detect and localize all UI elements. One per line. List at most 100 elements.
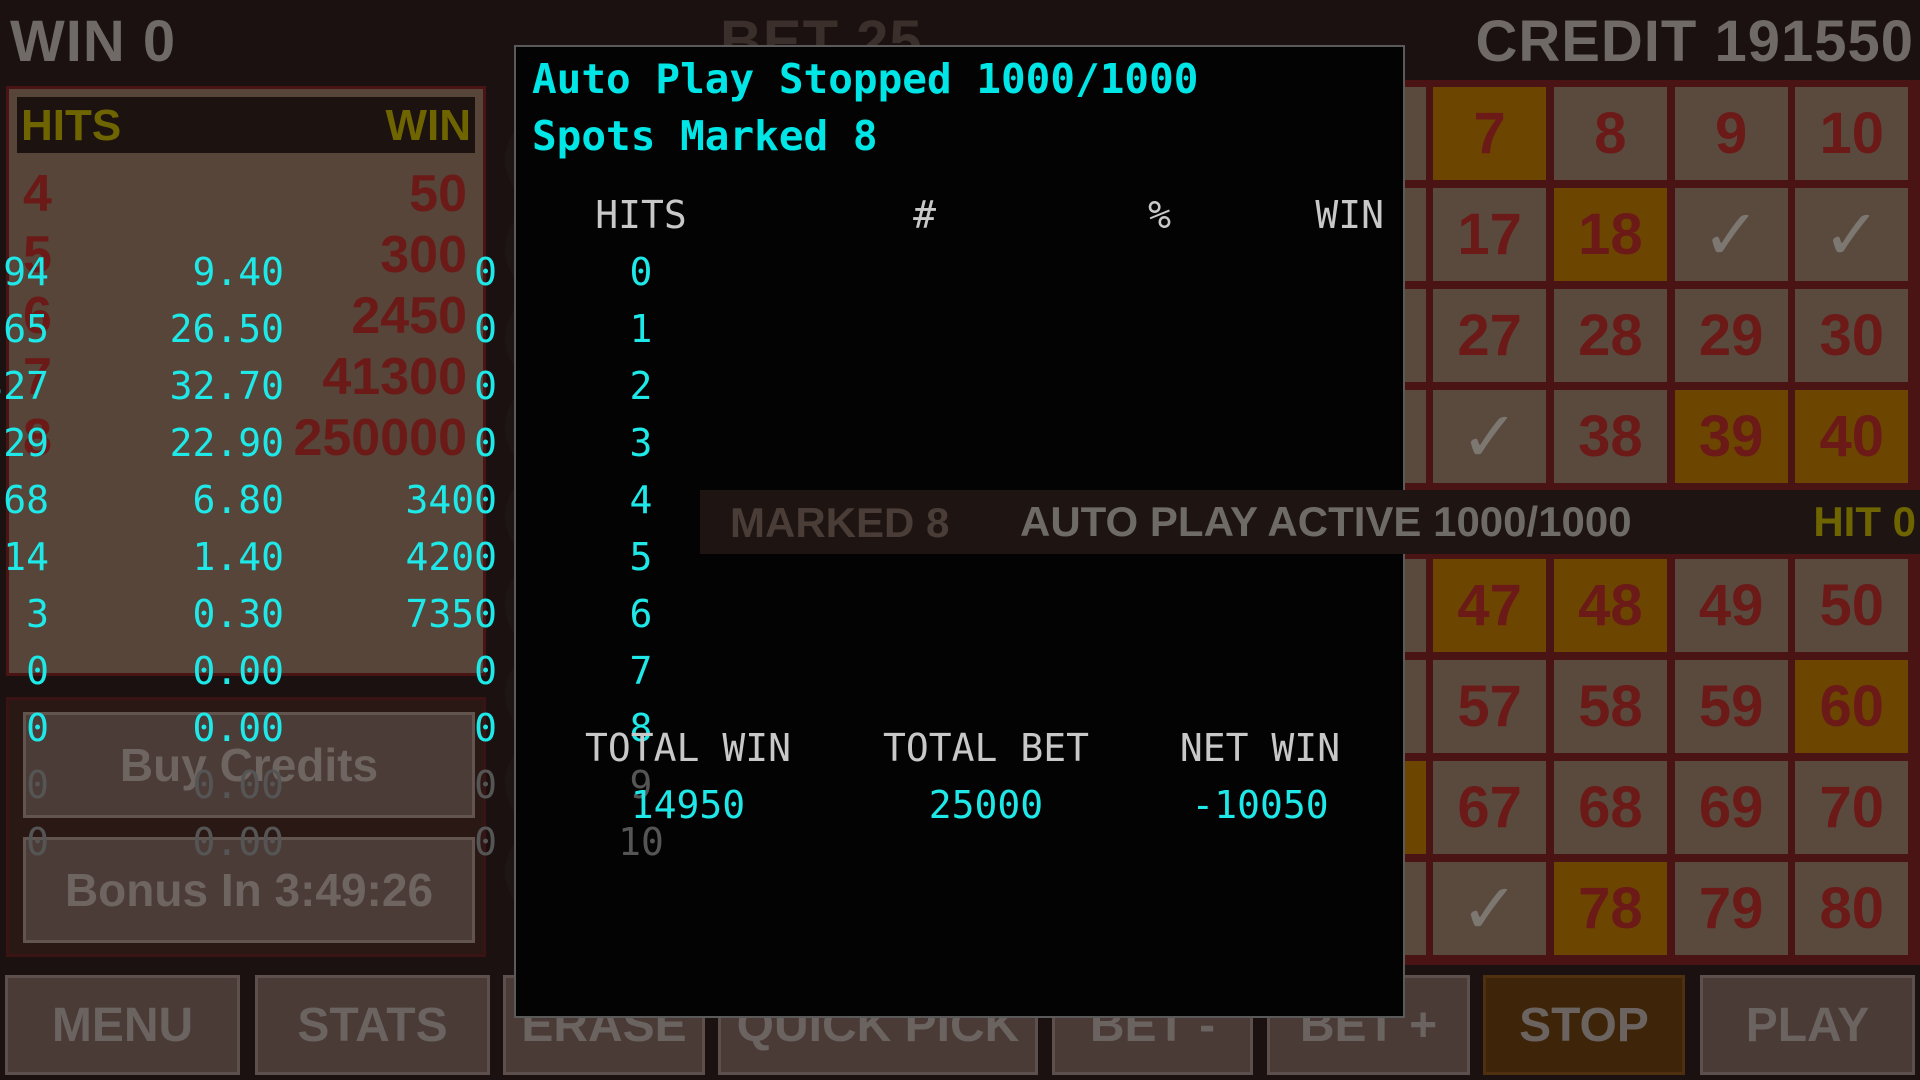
board-cell-69[interactable]: 69 xyxy=(1674,761,1788,854)
results-percent: 6.80 xyxy=(192,478,284,522)
paytable-header: HITS WIN xyxy=(17,97,475,153)
board-cell-17[interactable]: 17 xyxy=(1433,188,1547,281)
board-cell-48[interactable]: 48 xyxy=(1553,559,1667,652)
bottom-button-stop[interactable]: STOP xyxy=(1483,975,1685,1075)
results-percent: 0.00 xyxy=(192,706,284,750)
check-icon: ✓ xyxy=(1460,397,1520,476)
column-header-hits: HITS xyxy=(595,193,687,237)
column-header-count: # xyxy=(913,193,936,237)
net-win-value: -10050 xyxy=(1191,783,1329,827)
hit-count: HIT 0 xyxy=(1813,498,1916,545)
results-percent: 22.90 xyxy=(169,421,284,465)
total-bet-label: TOTAL BET xyxy=(883,726,1089,770)
results-percent: 1.40 xyxy=(192,535,284,579)
results-count: 3 xyxy=(26,592,49,636)
board-cell-50[interactable]: 50 xyxy=(1795,559,1909,652)
paytable-win: 41300 xyxy=(322,348,467,406)
results-hits: 2 xyxy=(629,364,653,408)
results-hits: 5 xyxy=(629,535,653,579)
results-win: 0 xyxy=(474,421,497,465)
results-win: 0 xyxy=(474,307,497,351)
board-cell-57[interactable]: 57 xyxy=(1433,660,1547,753)
results-win: 3400 xyxy=(405,478,497,522)
results-hits: 0 xyxy=(629,250,653,294)
status-bar: MARKED 8 AUTO PLAY ACTIVE 1000/1000 HIT … xyxy=(700,490,1920,554)
board-cell-37[interactable]: ✓ xyxy=(1433,390,1547,483)
board-cell-39[interactable]: 39 xyxy=(1674,390,1788,483)
dialog-title: Auto Play Stopped 1000/1000 xyxy=(532,55,1199,103)
column-header-win: WIN xyxy=(1315,193,1384,237)
board-cell-47[interactable]: 47 xyxy=(1433,559,1547,652)
paytable-win: 250000 xyxy=(293,409,467,467)
board-cell-79[interactable]: 79 xyxy=(1674,862,1788,955)
board-cell-68[interactable]: 68 xyxy=(1553,761,1667,854)
results-count: 265 xyxy=(0,307,49,351)
results-count: 68 xyxy=(3,478,49,522)
check-icon: ✓ xyxy=(1822,195,1882,274)
board-cell-59[interactable]: 59 xyxy=(1674,660,1788,753)
board-cell-10[interactable]: 10 xyxy=(1795,87,1909,180)
board-cell-30[interactable]: 30 xyxy=(1795,289,1909,382)
results-hits: 4 xyxy=(629,478,653,522)
spots-marked: Spots Marked 8 xyxy=(532,112,878,160)
board-cell-29[interactable]: 29 xyxy=(1674,289,1788,382)
results-win: 0 xyxy=(474,820,497,864)
bottom-button-stats[interactable]: STATS xyxy=(255,975,490,1075)
board-cell-77[interactable]: ✓ xyxy=(1433,862,1547,955)
board-cell-58[interactable]: 58 xyxy=(1553,660,1667,753)
results-percent: 26.50 xyxy=(169,307,284,351)
paytable-row: 4 50 xyxy=(23,164,467,224)
net-win-label: NET WIN xyxy=(1179,726,1341,770)
results-count: 14 xyxy=(3,535,49,579)
results-win: 0 xyxy=(474,250,497,294)
board-cell-9[interactable]: 9 xyxy=(1674,87,1788,180)
results-win: 0 xyxy=(474,763,497,807)
results-win: 4200 xyxy=(405,535,497,579)
auto-play-status: AUTO PLAY ACTIVE 1000/1000 xyxy=(1020,498,1632,545)
check-icon: ✓ xyxy=(1460,869,1520,948)
bottom-button-play[interactable]: PLAY xyxy=(1700,975,1915,1075)
bottom-button-menu[interactable]: MENU xyxy=(5,975,240,1075)
board-cell-80[interactable]: 80 xyxy=(1795,862,1909,955)
board-cell-70[interactable]: 70 xyxy=(1795,761,1909,854)
board-cell-18[interactable]: 18 xyxy=(1553,188,1667,281)
column-header-percent: % xyxy=(1148,193,1171,237)
paytable-win-label: WIN xyxy=(385,101,471,150)
results-hits: 7 xyxy=(629,649,653,693)
board-cell-67[interactable]: 67 xyxy=(1433,761,1547,854)
paytable-win: 300 xyxy=(380,226,467,284)
board-cell-38[interactable]: 38 xyxy=(1553,390,1667,483)
paytable-hits: 4 xyxy=(23,165,52,223)
board-cell-27[interactable]: 27 xyxy=(1433,289,1547,382)
results-hits: 1 xyxy=(629,307,653,351)
results-count: 229 xyxy=(0,421,49,465)
results-win: 7350 xyxy=(405,592,497,636)
results-win: 0 xyxy=(474,706,497,750)
results-percent: 0.00 xyxy=(192,649,284,693)
board-cell-8[interactable]: 8 xyxy=(1553,87,1667,180)
board-cell-49[interactable]: 49 xyxy=(1674,559,1788,652)
results-hits: 3 xyxy=(629,421,653,465)
results-percent: 0.00 xyxy=(192,820,284,864)
results-percent: 0.00 xyxy=(192,763,284,807)
board-cell-40[interactable]: 40 xyxy=(1795,390,1909,483)
results-count: 0 xyxy=(26,706,49,750)
board-cell-19[interactable]: ✓ xyxy=(1674,188,1788,281)
results-count: 94 xyxy=(3,250,49,294)
paytable-win: 2450 xyxy=(351,287,467,345)
total-win-label: TOTAL WIN xyxy=(585,726,791,770)
board-cell-20[interactable]: ✓ xyxy=(1795,188,1909,281)
win-display: WIN 0 xyxy=(10,9,177,74)
total-bet-value: 25000 xyxy=(928,783,1044,827)
results-count: 0 xyxy=(26,649,49,693)
board-cell-7[interactable]: 7 xyxy=(1433,87,1547,180)
board-cell-78[interactable]: 78 xyxy=(1553,862,1667,955)
board-cell-60[interactable]: 60 xyxy=(1795,660,1909,753)
results-percent: 32.70 xyxy=(169,364,284,408)
results-count: 0 xyxy=(26,820,49,864)
results-count: 0 xyxy=(26,763,49,807)
results-count: 327 xyxy=(0,364,49,408)
board-cell-28[interactable]: 28 xyxy=(1553,289,1667,382)
paytable-hits-label: HITS xyxy=(21,101,122,150)
results-win: 0 xyxy=(474,649,497,693)
